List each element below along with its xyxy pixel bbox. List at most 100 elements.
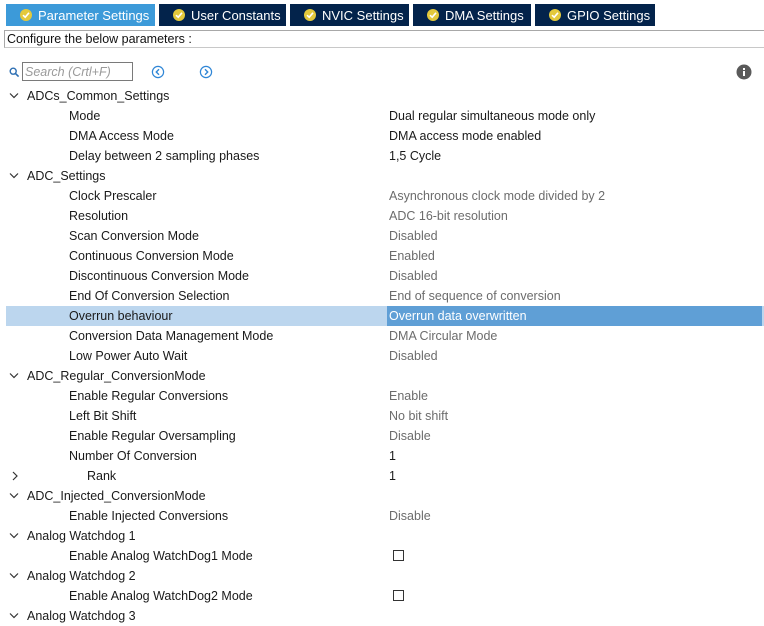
param-label: Enable Regular Conversions — [69, 389, 229, 403]
search-bar — [0, 60, 764, 84]
group-adc-regular-conversionmode[interactable]: ADC_Regular_ConversionMode — [0, 366, 764, 386]
search-next-button[interactable] — [199, 65, 213, 79]
tab-user-constants[interactable]: User Constants — [159, 4, 288, 26]
param-value[interactable]: 1,5 Cycle — [389, 146, 441, 166]
configure-description: Configure the below parameters : — [4, 30, 764, 48]
param-row-watchdog2-mode[interactable]: Enable Analog WatchDog2 Mode — [0, 586, 764, 606]
param-label: Low Power Auto Wait — [69, 349, 188, 363]
param-label: Mode — [69, 109, 101, 123]
group-analog-watchdog-3[interactable]: Analog Watchdog 3 — [0, 606, 764, 626]
tab-label: User Constants — [191, 7, 281, 23]
param-value[interactable]: Dual regular simultaneous mode only — [389, 106, 595, 126]
parameter-tree: ADCs_Common_Settings Mode Dual regular s… — [0, 86, 764, 626]
search-previous-button[interactable] — [151, 65, 165, 79]
param-row-overrun-behaviour[interactable]: Overrun behaviour Overrun data overwritt… — [0, 306, 764, 326]
param-row-enable-regular[interactable]: Enable Regular Conversions Enable — [0, 386, 764, 406]
param-value[interactable]: ADC 16-bit resolution — [389, 206, 508, 226]
param-row-watchdog1-mode[interactable]: Enable Analog WatchDog1 Mode — [0, 546, 764, 566]
param-value[interactable]: Disabled — [389, 266, 438, 286]
param-row-clock-prescaler[interactable]: Clock Prescaler Asynchronous clock mode … — [0, 186, 764, 206]
chevron-down-icon[interactable] — [9, 566, 21, 586]
param-value[interactable]: Disable — [389, 506, 431, 526]
param-row-low-power-auto-wait[interactable]: Low Power Auto Wait Disabled — [0, 346, 764, 366]
param-value[interactable]: Disabled — [389, 346, 438, 366]
check-circle-icon — [20, 9, 32, 21]
param-value[interactable]: 1 — [389, 446, 396, 466]
param-label: Rank — [87, 469, 117, 483]
chevron-down-icon[interactable] — [9, 606, 21, 626]
tab-bar: Parameter Settings User Constants NVIC S… — [0, 0, 764, 27]
param-row-regular-oversampling[interactable]: Enable Regular Oversampling Disable — [0, 426, 764, 446]
tab-gpio-settings[interactable]: GPIO Settings — [535, 4, 657, 26]
param-label: Enable Regular Oversampling — [69, 429, 236, 443]
check-circle-icon — [304, 9, 316, 21]
group-label: Analog Watchdog 3 — [27, 609, 136, 623]
param-row-left-bit-shift[interactable]: Left Bit Shift No bit shift — [0, 406, 764, 426]
param-value[interactable]: Disable — [389, 426, 431, 446]
param-value[interactable]: DMA access mode enabled — [389, 126, 541, 146]
param-value[interactable]: Enabled — [389, 246, 435, 266]
param-value[interactable]: End of sequence of conversion — [389, 286, 561, 306]
param-row-scan-conversion[interactable]: Scan Conversion Mode Disabled — [0, 226, 764, 246]
group-adcs-common-settings[interactable]: ADCs_Common_Settings — [0, 86, 764, 106]
tab-parameter-settings[interactable]: Parameter Settings — [6, 4, 157, 26]
watchdog2-checkbox[interactable] — [393, 590, 404, 601]
chevron-right-icon[interactable] — [9, 466, 21, 486]
param-label: Left Bit Shift — [69, 409, 137, 423]
param-value[interactable]: No bit shift — [389, 406, 448, 426]
tab-label: GPIO Settings — [567, 7, 651, 23]
chevron-right-circle-icon — [199, 65, 213, 79]
param-row-mode[interactable]: Mode Dual regular simultaneous mode only — [0, 106, 764, 126]
param-value[interactable]: Overrun data overwritten — [387, 306, 762, 326]
tab-label: NVIC Settings — [322, 7, 404, 23]
param-label: Overrun behaviour — [69, 309, 173, 323]
param-row-continuous-conversion[interactable]: Continuous Conversion Mode Enabled — [0, 246, 764, 266]
group-label: ADC_Injected_ConversionMode — [27, 489, 206, 503]
search-input[interactable] — [22, 62, 133, 81]
group-label: ADCs_Common_Settings — [27, 89, 170, 103]
param-label: Resolution — [69, 209, 129, 223]
group-adc-injected-conversionmode[interactable]: ADC_Injected_ConversionMode — [0, 486, 764, 506]
param-row-resolution[interactable]: Resolution ADC 16-bit resolution — [0, 206, 764, 226]
param-row-data-management[interactable]: Conversion Data Management Mode DMA Circ… — [0, 326, 764, 346]
watchdog1-checkbox[interactable] — [393, 550, 404, 561]
param-row-discontinuous-conversion[interactable]: Discontinuous Conversion Mode Disabled — [0, 266, 764, 286]
group-label: ADC_Settings — [27, 169, 106, 183]
tab-dma-settings[interactable]: DMA Settings — [413, 4, 533, 26]
chevron-down-icon[interactable] — [9, 486, 21, 506]
param-row-number-of-conversion[interactable]: Number Of Conversion 1 — [0, 446, 764, 466]
chevron-down-icon[interactable] — [9, 366, 21, 386]
param-value[interactable]: Enable — [389, 386, 428, 406]
info-icon[interactable] — [736, 64, 752, 80]
param-row-rank[interactable]: Rank 1 — [0, 466, 764, 486]
param-label: Clock Prescaler — [69, 189, 157, 203]
param-label: Enable Analog WatchDog1 Mode — [69, 549, 253, 563]
param-row-delay[interactable]: Delay between 2 sampling phases 1,5 Cycl… — [0, 146, 764, 166]
param-label: Scan Conversion Mode — [69, 229, 199, 243]
check-circle-icon — [173, 9, 185, 21]
chevron-down-icon[interactable] — [9, 526, 21, 546]
chevron-down-icon[interactable] — [9, 166, 21, 186]
tab-nvic-settings[interactable]: NVIC Settings — [290, 4, 411, 26]
group-analog-watchdog-1[interactable]: Analog Watchdog 1 — [0, 526, 764, 546]
chevron-left-circle-icon — [151, 65, 165, 79]
check-circle-icon — [549, 9, 561, 21]
group-adc-settings[interactable]: ADC_Settings — [0, 166, 764, 186]
param-value[interactable]: Asynchronous clock mode divided by 2 — [389, 186, 605, 206]
param-value[interactable]: Disabled — [389, 226, 438, 246]
param-value[interactable]: 1 — [389, 466, 396, 486]
param-label: Delay between 2 sampling phases — [69, 149, 260, 163]
param-value[interactable]: DMA Circular Mode — [389, 326, 497, 346]
param-label: DMA Access Mode — [69, 129, 174, 143]
search-icon — [9, 67, 20, 81]
param-row-eoc-selection[interactable]: End Of Conversion Selection End of seque… — [0, 286, 764, 306]
param-label: Discontinuous Conversion Mode — [69, 269, 249, 283]
check-circle-icon — [427, 9, 439, 21]
group-label: ADC_Regular_ConversionMode — [27, 369, 206, 383]
chevron-down-icon[interactable] — [9, 86, 21, 106]
group-label: Analog Watchdog 1 — [27, 529, 136, 543]
param-row-dma-access-mode[interactable]: DMA Access Mode DMA access mode enabled — [0, 126, 764, 146]
group-analog-watchdog-2[interactable]: Analog Watchdog 2 — [0, 566, 764, 586]
tab-label: DMA Settings — [445, 7, 524, 23]
param-row-enable-injected[interactable]: Enable Injected Conversions Disable — [0, 506, 764, 526]
